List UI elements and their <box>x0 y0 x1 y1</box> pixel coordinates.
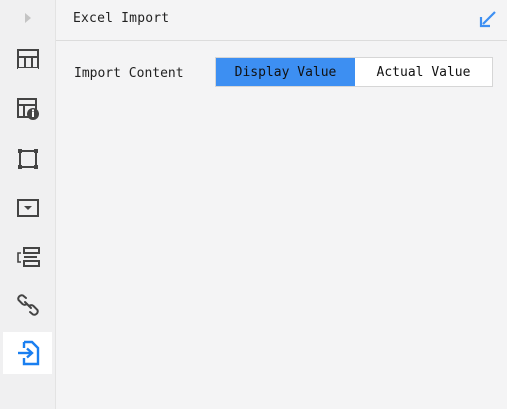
table-icon <box>16 49 39 70</box>
dropdown-box-icon <box>16 199 39 217</box>
expand-sidebar-button[interactable] <box>0 4 55 32</box>
field-list-icon <box>16 247 40 267</box>
square-frame-icon <box>17 149 38 169</box>
sidebar-item-import[interactable] <box>3 332 52 374</box>
collapse-panel-button[interactable] <box>479 10 497 28</box>
sidebar <box>0 0 56 409</box>
sidebar-item-table-info[interactable] <box>3 88 52 130</box>
import-content-label: Import Content <box>74 66 184 81</box>
actual-value-option[interactable]: Actual Value <box>355 58 492 86</box>
panel-header: Excel Import <box>56 0 507 41</box>
table-info-icon <box>16 98 39 120</box>
sidebar-item-link[interactable] <box>3 284 52 326</box>
link-icon <box>16 294 39 316</box>
sidebar-item-dropdown[interactable] <box>3 187 52 229</box>
sidebar-item-table[interactable] <box>3 38 52 80</box>
sidebar-item-field-list[interactable] <box>3 236 52 278</box>
import-icon <box>17 340 39 366</box>
arrow-down-left-icon <box>479 11 496 28</box>
properties-panel: Excel Import Import Content Display Valu… <box>56 0 507 409</box>
import-content-toggle: Display Value Actual Value <box>215 57 493 87</box>
panel-title: Excel Import <box>73 11 170 26</box>
display-value-option[interactable]: Display Value <box>216 58 355 86</box>
sidebar-item-frame[interactable] <box>3 138 52 180</box>
triangle-right-icon <box>24 13 31 23</box>
